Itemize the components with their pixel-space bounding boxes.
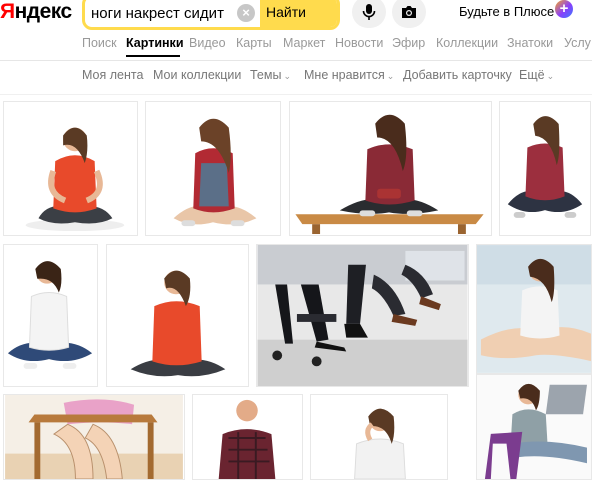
image-result[interactable] <box>476 374 592 480</box>
search-button[interactable]: Найти <box>260 0 337 27</box>
filter-topics[interactable]: Темы ⌄ <box>250 68 291 82</box>
clear-icon[interactable]: × <box>237 4 255 22</box>
plus-link[interactable]: Будьте в Плюсе <box>459 4 554 19</box>
filter-topics-label: Темы <box>250 68 282 82</box>
chevron-down-icon: ⌄ <box>386 71 395 81</box>
thumbnail-image <box>477 375 591 479</box>
tab-efir[interactable]: Эфир <box>392 36 425 50</box>
thumbnail-image <box>107 245 248 386</box>
image-result[interactable] <box>145 101 281 236</box>
header: Яндекс × Найти Будьте в Плюсе + <box>0 0 592 30</box>
divider <box>0 60 592 61</box>
logo-rest: ндекс <box>14 0 73 23</box>
thumbnail-image <box>4 102 137 235</box>
tab-video[interactable]: Видео <box>189 36 226 50</box>
microphone-icon <box>362 4 376 20</box>
image-result[interactable] <box>310 394 448 480</box>
tab-news[interactable]: Новости <box>335 36 383 50</box>
image-result[interactable] <box>3 101 138 236</box>
chevron-down-icon: ⌄ <box>283 71 292 81</box>
thumbnail-image <box>5 395 183 479</box>
image-result[interactable] <box>3 244 98 387</box>
image-result[interactable] <box>256 244 469 387</box>
tab-services[interactable]: Услу <box>564 36 591 50</box>
filter-more[interactable]: Ещё ⌄ <box>519 68 554 82</box>
search-box: × Найти <box>82 0 340 30</box>
tab-collections[interactable]: Коллекции <box>436 36 498 50</box>
tab-maps[interactable]: Карты <box>236 36 272 50</box>
image-result[interactable] <box>499 101 591 236</box>
thumbnail-image <box>500 102 590 235</box>
thumbnail-image <box>290 102 491 235</box>
thumbnail-image <box>477 245 591 373</box>
search-input[interactable] <box>91 2 241 24</box>
service-tabs: Поиск Картинки Видео Карты Маркет Новост… <box>0 36 592 60</box>
thumbnail-image <box>146 102 280 235</box>
filter-likes[interactable]: Мне нравится ⌄ <box>304 68 394 82</box>
filter-my-feed[interactable]: Моя лента <box>82 68 143 82</box>
filter-add-card[interactable]: Добавить карточку <box>403 68 512 82</box>
yandex-plus-icon[interactable]: + <box>555 0 573 18</box>
yandex-logo[interactable]: Яндекс <box>0 0 72 24</box>
tab-images[interactable]: Картинки <box>126 36 184 50</box>
image-result[interactable] <box>3 394 185 480</box>
image-result[interactable] <box>289 101 492 236</box>
tab-search[interactable]: Поиск <box>82 36 117 50</box>
image-result[interactable] <box>476 244 592 374</box>
filter-more-label: Ещё <box>519 68 545 82</box>
filter-likes-label: Мне нравится <box>304 68 385 82</box>
thumbnail-image <box>4 245 97 386</box>
thumbnail-image <box>257 245 468 386</box>
voice-search-button[interactable] <box>352 0 386 28</box>
image-search-button[interactable] <box>392 0 426 28</box>
divider <box>0 94 592 95</box>
logo-first-letter: Я <box>0 0 15 23</box>
filter-row: Моя лента Мои коллекции Темы ⌄ Мне нравит… <box>0 68 592 88</box>
thumbnail-image <box>193 395 302 479</box>
active-tab-underline <box>126 55 180 57</box>
image-result[interactable] <box>106 244 249 387</box>
camera-icon <box>402 6 416 18</box>
chevron-down-icon: ⌄ <box>546 71 555 81</box>
thumbnail-image <box>311 395 447 479</box>
image-result[interactable] <box>192 394 303 480</box>
plus-badge: + <box>559 0 569 17</box>
tab-znatoki[interactable]: Знатоки <box>507 36 553 50</box>
tab-market[interactable]: Маркет <box>283 36 325 50</box>
filter-my-collections[interactable]: Мои коллекции <box>153 68 241 82</box>
